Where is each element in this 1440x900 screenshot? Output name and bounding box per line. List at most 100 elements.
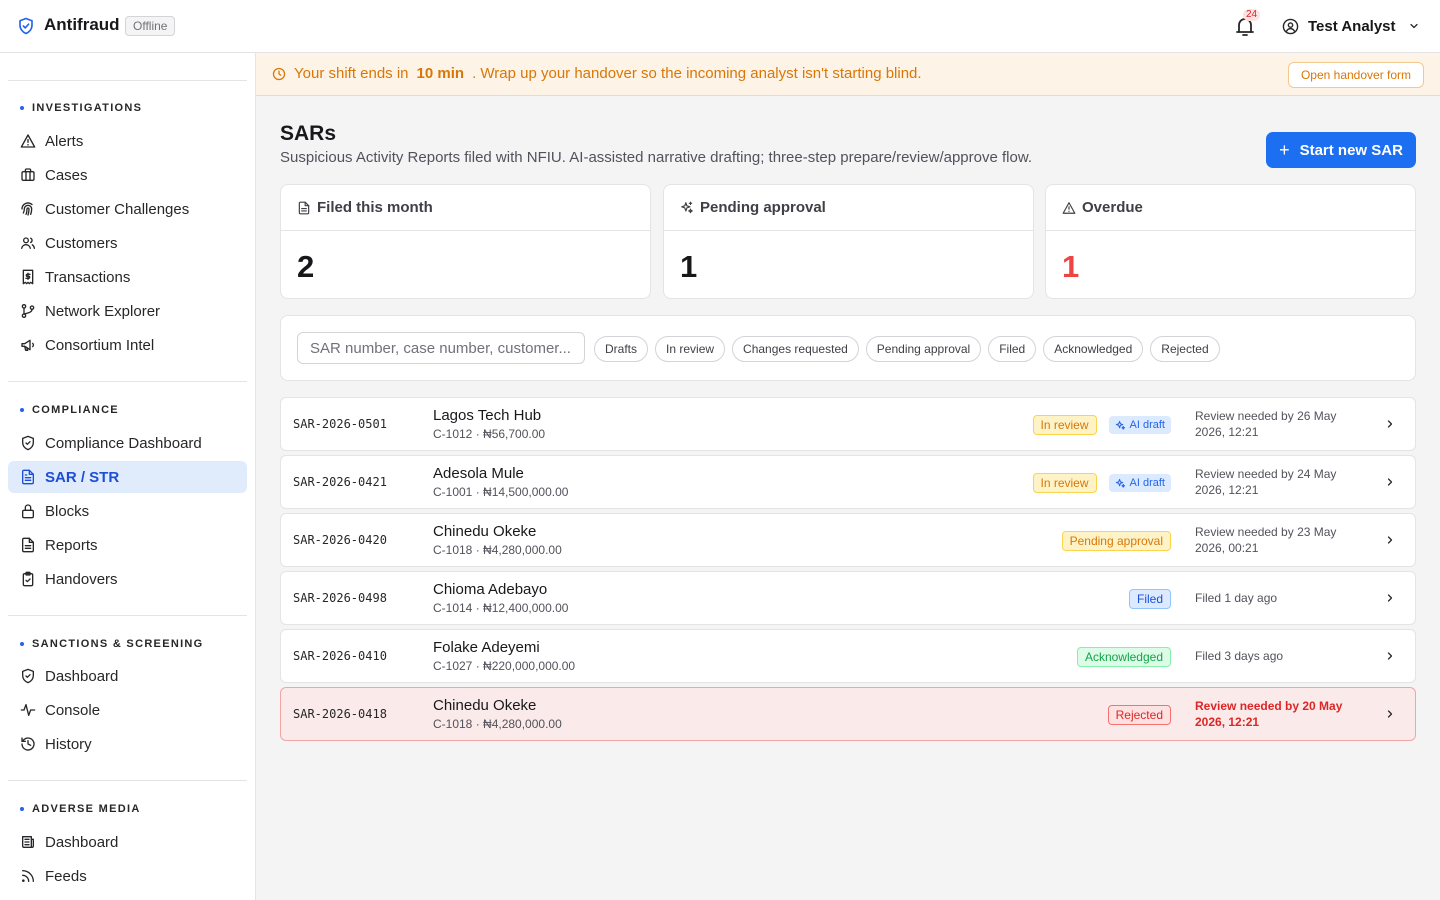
- due-info: Filed 3 days ago: [1195, 649, 1284, 663]
- user-circle-icon: [1282, 18, 1299, 34]
- newspaper-icon: [22, 836, 34, 848]
- status-badge: Filed: [1128, 589, 1171, 609]
- filter-chip-filed[interactable]: Filed: [988, 336, 1037, 362]
- banner-message: Your shift ends in 10 min. Wrap up your h…: [294, 65, 922, 82]
- filter-chip-pending-approval[interactable]: Pending approval: [865, 336, 982, 362]
- file-icon: [298, 201, 310, 214]
- banner-time-remaining: 10 min: [416, 65, 465, 82]
- activity-icon: [20, 704, 36, 716]
- sidebar-item-adverse-media-dashboard[interactable]: Dashboard: [8, 826, 247, 858]
- plus-icon: +: [1279, 140, 1290, 160]
- sar-row[interactable]: SAR-2026-0420 Chinedu Okeke C-1018 · ₦4,…: [280, 513, 1416, 567]
- sidebar-section-adverse-media: ADVERSE MEDIA: [20, 801, 141, 817]
- sidebar-item-transactions[interactable]: Transactions: [8, 261, 247, 293]
- filter-chip-rejected[interactable]: Rejected: [1150, 336, 1220, 362]
- top-bar: Antifraud Offline 24 Test Analyst: [0, 0, 1440, 53]
- shield-check-icon: [22, 435, 34, 451]
- customer-name: Chioma Adebayo: [433, 581, 548, 598]
- filter-chip-in-review[interactable]: In review: [655, 336, 726, 362]
- clipboard-check-icon: [22, 571, 34, 587]
- user-name: Test Analyst: [1308, 17, 1396, 35]
- chevron-down-icon: [1409, 23, 1418, 29]
- status-badge: Rejected: [1107, 705, 1171, 725]
- sparkles-icon: [1115, 420, 1125, 430]
- start-new-sar-button[interactable]: + Start new SAR: [1266, 132, 1416, 168]
- sidebar-item-console[interactable]: Console: [8, 694, 247, 726]
- ai-draft-badge: AI draft: [1108, 474, 1171, 492]
- filter-chip-acknowledged[interactable]: Acknowledged: [1043, 336, 1144, 362]
- sidebar-item-customers[interactable]: Customers: [8, 227, 247, 259]
- sidebar-item-handovers[interactable]: Handovers: [8, 563, 247, 595]
- shield-check-icon: [22, 668, 34, 684]
- stat-value: 1: [1062, 249, 1080, 284]
- sidebar-item-sar-str[interactable]: SAR / STR: [8, 461, 247, 493]
- sidebar-item-network-explorer[interactable]: Network Explorer: [8, 295, 247, 327]
- sidebar-divider: [8, 80, 247, 81]
- customer-name: Chinedu Okeke: [433, 523, 537, 540]
- clock-icon: [272, 67, 286, 81]
- sidebar-item-consortium-intel[interactable]: Consortium Intel: [8, 329, 247, 361]
- sidebar-item-history[interactable]: History: [8, 728, 247, 760]
- sidebar-item-sanctions-dashboard[interactable]: Dashboard: [8, 660, 247, 692]
- sar-number: SAR-2026-0420: [293, 533, 387, 547]
- briefcase-icon: [21, 168, 35, 181]
- stat-card-overdue: Overdue 1: [1045, 184, 1416, 299]
- alert-triangle-icon: [20, 134, 36, 148]
- open-handover-form-button[interactable]: Open handover form: [1288, 62, 1424, 88]
- page-subtitle: Suspicious Activity Reports filed with N…: [280, 149, 1032, 166]
- sidebar-divider: [8, 381, 247, 382]
- customer-meta: C-1012 · ₦56,700.00: [433, 427, 546, 441]
- status-badge: In review: [1032, 473, 1097, 493]
- user-menu[interactable]: Test Analyst: [1282, 14, 1420, 38]
- sar-search-input[interactable]: [297, 332, 585, 364]
- chevron-right-icon: [1387, 652, 1393, 660]
- sidebar-item-cases[interactable]: Cases: [8, 159, 247, 191]
- chevron-right-icon: [1387, 594, 1393, 602]
- fingerprint-icon: [21, 202, 33, 216]
- history-icon: [21, 737, 35, 751]
- sidebar-item-feeds[interactable]: Feeds: [8, 860, 247, 892]
- sar-row[interactable]: SAR-2026-0410 Folake Adeyemi C-1027 · ₦2…: [280, 629, 1416, 683]
- lock-icon: [22, 504, 34, 519]
- sar-number: SAR-2026-0501: [293, 417, 387, 431]
- notification-count-badge: 24: [1243, 9, 1261, 21]
- customer-meta: C-1014 · ₦12,400,000.00: [433, 601, 569, 615]
- sar-row[interactable]: SAR-2026-0498 Chioma Adebayo C-1014 · ₦1…: [280, 571, 1416, 625]
- sar-number: SAR-2026-0410: [293, 649, 387, 663]
- sidebar-section-compliance: COMPLIANCE: [20, 402, 119, 418]
- sidebar-item-alerts[interactable]: Alerts: [8, 125, 247, 157]
- sar-row[interactable]: SAR-2026-0501 Lagos Tech Hub C-1012 · ₦5…: [280, 397, 1416, 451]
- status-badge: In review: [1032, 415, 1097, 435]
- stat-value: 1: [680, 249, 698, 284]
- sar-row[interactable]: SAR-2026-0421 Adesola Mule C-1001 · ₦14,…: [280, 455, 1416, 509]
- stat-value: 2: [297, 249, 315, 284]
- filter-chip-drafts[interactable]: Drafts: [594, 336, 649, 362]
- shield-logo-icon: [19, 17, 33, 35]
- due-info-overdue: Review needed by 20 May 2026, 12:21: [1195, 699, 1343, 729]
- customer-name: Folake Adeyemi: [433, 639, 540, 656]
- sar-number: SAR-2026-0498: [293, 591, 387, 605]
- chevron-right-icon: [1387, 536, 1393, 544]
- alert-triangle-icon: [1062, 201, 1076, 214]
- sar-number: SAR-2026-0421: [293, 475, 387, 489]
- customer-meta: C-1027 · ₦220,000,000.00: [433, 659, 576, 673]
- sar-row[interactable]: SAR-2026-0418 Chinedu Okeke C-1018 · ₦4,…: [280, 687, 1416, 741]
- due-info: Filed 1 day ago: [1195, 591, 1278, 605]
- app-name: Antifraud: [44, 15, 120, 34]
- sidebar: INVESTIGATIONS Alerts Cases Customer Cha…: [0, 53, 256, 900]
- filter-chip-changes-requested[interactable]: Changes requested: [732, 336, 859, 362]
- due-info: Review needed by 24 May 2026, 12:21: [1195, 467, 1337, 497]
- shift-ending-banner: Your shift ends in 10 min. Wrap up your h…: [256, 53, 1440, 96]
- page-title: SARs: [280, 122, 337, 145]
- customer-name: Chinedu Okeke: [433, 697, 537, 714]
- sidebar-item-customer-challenges[interactable]: Customer Challenges: [8, 193, 247, 225]
- ai-draft-badge: AI draft: [1108, 416, 1171, 434]
- sidebar-item-reports[interactable]: Reports: [8, 529, 247, 561]
- file-text-icon: [22, 469, 34, 485]
- sar-number: SAR-2026-0418: [293, 707, 387, 721]
- filter-bar: Drafts In review Changes requested Pendi…: [280, 315, 1416, 381]
- chevron-right-icon: [1387, 478, 1393, 486]
- sidebar-item-compliance-dashboard[interactable]: Compliance Dashboard: [8, 427, 247, 459]
- rss-icon: [22, 870, 34, 882]
- sidebar-item-blocks[interactable]: Blocks: [8, 495, 247, 527]
